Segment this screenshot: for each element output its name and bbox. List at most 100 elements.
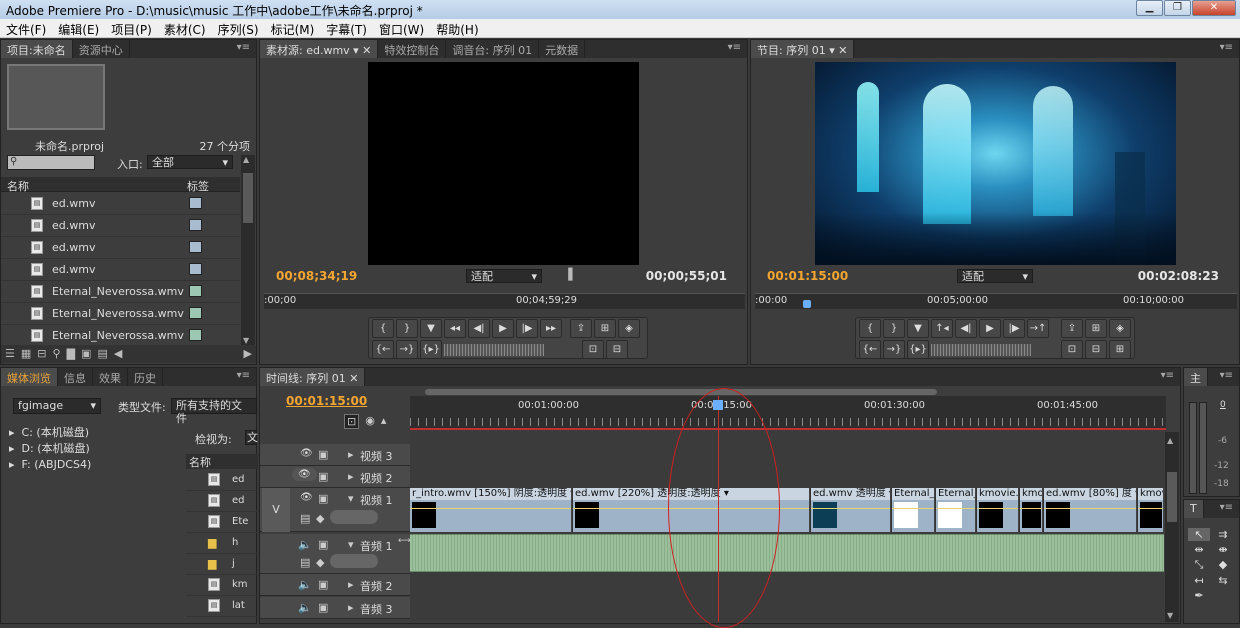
expand-arrow-icon[interactable]: ▸ — [348, 470, 354, 483]
tab-audio-mixer[interactable]: 调音台: 序列 01 — [446, 40, 540, 58]
set-marker-icon[interactable]: ◉ — [365, 414, 375, 429]
ripple-edit-tool-icon[interactable]: ⇹ — [1188, 543, 1210, 556]
step-forward-button[interactable]: |▶ — [1003, 319, 1025, 338]
keyframe-nav[interactable] — [330, 554, 378, 568]
timeline-clip[interactable]: kmov — [1138, 488, 1164, 532]
label-color-swatch[interactable] — [189, 329, 202, 341]
program-ruler[interactable]: :00:00 00:05;00:00 00:10;00:00 — [755, 293, 1237, 309]
lock-icon[interactable]: ▣ — [318, 601, 328, 614]
timeline-clip[interactable]: kmo — [1020, 488, 1043, 532]
menu-title[interactable]: 字幕(T) — [320, 19, 373, 37]
mark-out-button[interactable]: } — [396, 319, 418, 338]
keyframe-nav[interactable] — [330, 510, 378, 524]
display-style-icon[interactable]: ▤ — [300, 556, 310, 569]
project-item-row[interactable]: ▤ ed.wmv — [1, 193, 240, 215]
new-bin-icon[interactable]: ▇ — [67, 347, 75, 361]
track-select-tool-icon[interactable]: ⇉ — [1212, 528, 1234, 541]
new-item-icon[interactable]: ▣ — [81, 347, 91, 361]
maximize-button[interactable]: ❐ — [1164, 0, 1191, 16]
label-color-swatch[interactable] — [189, 197, 202, 209]
column-name[interactable]: 名称 — [7, 178, 29, 194]
media-file-row[interactable]: ▆ j — [186, 554, 258, 575]
menu-marker[interactable]: 标记(M) — [265, 19, 321, 37]
menu-clip[interactable]: 素材(C) — [158, 19, 212, 37]
timeline-clip[interactable]: Eternal_ — [936, 488, 976, 532]
timeline-clip[interactable]: ed.wmv 透明度 ▾ — [811, 488, 891, 532]
step-back-frame-button[interactable]: ◀| — [955, 319, 977, 338]
icon-view-icon[interactable]: ▦ — [21, 347, 31, 361]
drive-f[interactable]: ▸ F: (ABJDCS4) — [9, 457, 91, 473]
panel-menu-icon[interactable]: ▾≡ — [1161, 370, 1174, 381]
extract-button[interactable]: ⊡ — [1061, 340, 1083, 359]
scroll-left-icon[interactable]: ◀ — [114, 347, 122, 361]
encore-marker-icon[interactable]: ▴ — [381, 414, 387, 429]
media-file-row[interactable]: ▤ Ete — [186, 512, 258, 533]
panel-menu-icon[interactable]: ▾≡ — [1220, 370, 1233, 381]
timeline-clip[interactable]: Eternal_ — [892, 488, 935, 532]
jog-shuttle[interactable] — [931, 344, 1031, 356]
video1-track[interactable]: r_intro.wmv [150%] 阴度:透明度 ▾ ed.wmv [220%]… — [410, 488, 1164, 532]
project-item-row[interactable]: ▤ Eternal_Neverossa.wmv — [1, 303, 240, 325]
tab-program[interactable]: 节目: 序列 01 ▾ ✕ — [751, 40, 855, 58]
source-fit-dropdown[interactable]: 适配 ▾ — [466, 269, 542, 283]
type-dropdown[interactable]: 所有支持的文件 — [171, 398, 257, 425]
set-marker-button[interactable]: ▼ — [420, 319, 442, 338]
label-color-swatch[interactable] — [189, 285, 202, 297]
panel-menu-icon[interactable]: ▾≡ — [1220, 42, 1233, 53]
menu-window[interactable]: 窗口(W) — [373, 19, 430, 37]
source-ruler[interactable]: :00;00 00;04;59;29 — [264, 293, 745, 309]
source-settings-icon[interactable]: ▐ — [564, 268, 572, 281]
safe-margins-button[interactable]: ⊞ — [1085, 319, 1107, 338]
tab-master-meter[interactable]: 主 — [1184, 368, 1208, 386]
pen-tool-icon[interactable]: ✒ — [1188, 589, 1210, 602]
set-marker-button[interactable]: ▼ — [907, 319, 929, 338]
tab-metadata[interactable]: 元数据 — [539, 40, 586, 58]
panel-menu-icon[interactable]: ▾≡ — [728, 42, 741, 53]
delete-icon[interactable]: ▤ — [97, 347, 107, 361]
timeline-timecode[interactable]: 00:01:15:00 — [286, 394, 367, 408]
drive-d[interactable]: ▸ D: (本机磁盘) — [9, 441, 91, 457]
view-as-dropdown[interactable]: 文 — [245, 430, 258, 445]
menu-sequence[interactable]: 序列(S) — [212, 19, 265, 37]
project-item-row[interactable]: ▤ ed.wmv — [1, 259, 240, 281]
mark-in-button[interactable]: { — [372, 319, 394, 338]
expand-arrow-icon[interactable]: ▸ — [348, 578, 354, 591]
play-button[interactable]: ▶ — [492, 319, 514, 338]
go-to-in-button[interactable]: {← — [859, 340, 881, 359]
label-color-swatch[interactable] — [189, 307, 202, 319]
trim-button[interactable]: ⊟ — [1085, 340, 1107, 359]
selection-tool-icon[interactable]: ↖ — [1188, 528, 1210, 541]
play-in-to-out-button[interactable]: {▸} — [420, 340, 442, 359]
keyframe-icon[interactable]: ◆ — [316, 556, 324, 569]
panel-menu-icon[interactable]: ▾≡ — [237, 42, 250, 53]
panel-menu-icon[interactable]: ▾≡ — [237, 370, 250, 381]
go-to-prev-edit-button[interactable]: ↑◂ — [931, 319, 953, 338]
automate-icon[interactable]: ⊟ — [37, 347, 46, 361]
video-target-button[interactable]: V — [262, 488, 290, 532]
timeline-clip[interactable]: kmovie.v — [977, 488, 1019, 532]
folder-dropdown[interactable]: fgimage ▾ — [13, 398, 101, 414]
overlay-clip-button[interactable]: ⊟ — [606, 340, 628, 359]
rolling-edit-tool-icon[interactable]: ⇼ — [1212, 543, 1234, 556]
minimize-button[interactable]: ▁ — [1136, 0, 1163, 16]
tab-media-browser[interactable]: 媒体浏览 — [1, 368, 58, 386]
menu-project[interactable]: 项目(P) — [105, 19, 158, 37]
go-to-out-point-button[interactable]: →} — [396, 340, 418, 359]
audio1-track[interactable] — [410, 534, 1164, 572]
insert-clip-button[interactable]: ⊡ — [582, 340, 604, 359]
play-in-to-out-button[interactable]: {▸} — [907, 340, 929, 359]
media-file-row[interactable]: ▤ lat — [186, 596, 258, 617]
go-to-out-button[interactable]: ▸▸ — [540, 319, 562, 338]
timeline-ruler[interactable]: 00:01:00:00 00:01:15:00 00:01:30:00 00:0… — [410, 396, 1166, 430]
step-back-frame-button[interactable]: ◀| — [468, 319, 490, 338]
expand-arrow-icon[interactable]: ▸ — [348, 601, 354, 614]
menu-help[interactable]: 帮助(H) — [430, 19, 484, 37]
media-column-name[interactable]: 名称 — [186, 454, 258, 469]
go-to-out-point-button[interactable]: →} — [883, 340, 905, 359]
go-to-next-edit-button[interactable]: →↑ — [1027, 319, 1049, 338]
search-input[interactable]: ⚲ — [7, 155, 95, 170]
collapse-arrow-icon[interactable]: ▾ — [348, 492, 354, 505]
media-file-row[interactable]: ▤ ed — [186, 491, 258, 512]
scroll-right-icon[interactable]: ▶ — [244, 347, 252, 361]
media-file-row[interactable]: ▤ ed — [186, 470, 258, 491]
